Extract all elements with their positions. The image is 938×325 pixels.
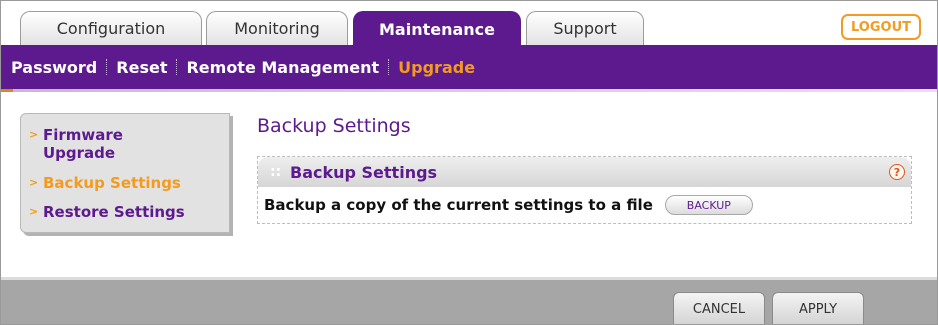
tab-configuration[interactable]: Configuration [20, 11, 202, 45]
subnav-remote-management[interactable]: Remote Management [186, 58, 379, 77]
backup-row: Backup a copy of the current settings to… [258, 187, 911, 223]
logout-button[interactable]: LOGOUT [841, 14, 921, 40]
subnav-accent-line [1, 89, 937, 92]
backup-description: Backup a copy of the current settings to… [264, 196, 653, 214]
chevron-right-icon: > [29, 128, 39, 141]
section-title: Backup Settings [290, 162, 438, 182]
subnav-separator [176, 59, 178, 75]
apply-button[interactable]: APPLY [772, 292, 864, 324]
side-item-label: Firmware Upgrade [43, 126, 123, 162]
subnav-separator [106, 59, 108, 75]
subnav-separator [388, 59, 390, 75]
main-tab-bar: Configuration Monitoring Maintenance Sup… [1, 1, 937, 46]
sub-nav-bar: Password Reset Remote Management Upgrade [1, 45, 937, 89]
tab-maintenance[interactable]: Maintenance [353, 11, 521, 46]
side-item-label: Backup Settings [43, 174, 181, 192]
chevron-right-icon: > [29, 176, 39, 189]
subnav-password[interactable]: Password [11, 58, 97, 77]
backup-button[interactable]: BACKUP [664, 195, 753, 215]
side-item-label: Restore Settings [43, 203, 185, 221]
page-title: Backup Settings [257, 115, 411, 137]
tab-monitoring[interactable]: Monitoring [206, 11, 348, 45]
chevron-right-icon: > [29, 205, 39, 218]
side-item-restore-settings[interactable]: > Restore Settings [29, 203, 185, 221]
backup-settings-section: :: Backup Settings ? Backup a copy of th… [257, 156, 912, 224]
side-menu: > Firmware Upgrade > Backup Settings > R… [20, 113, 230, 233]
help-icon[interactable]: ? [889, 164, 905, 180]
tab-support[interactable]: Support [526, 11, 644, 45]
grip-dots-icon: :: [270, 164, 282, 180]
subnav-reset[interactable]: Reset [116, 58, 167, 77]
router-admin-window: Configuration Monitoring Maintenance Sup… [0, 0, 938, 325]
side-item-backup-settings[interactable]: > Backup Settings [29, 174, 181, 192]
cancel-button[interactable]: CANCEL [673, 292, 765, 324]
side-item-firmware-upgrade[interactable]: > Firmware Upgrade [29, 126, 173, 162]
footer-bar: CANCEL APPLY [1, 280, 937, 324]
subnav-upgrade[interactable]: Upgrade [398, 58, 475, 77]
section-header: :: Backup Settings ? [258, 157, 911, 187]
